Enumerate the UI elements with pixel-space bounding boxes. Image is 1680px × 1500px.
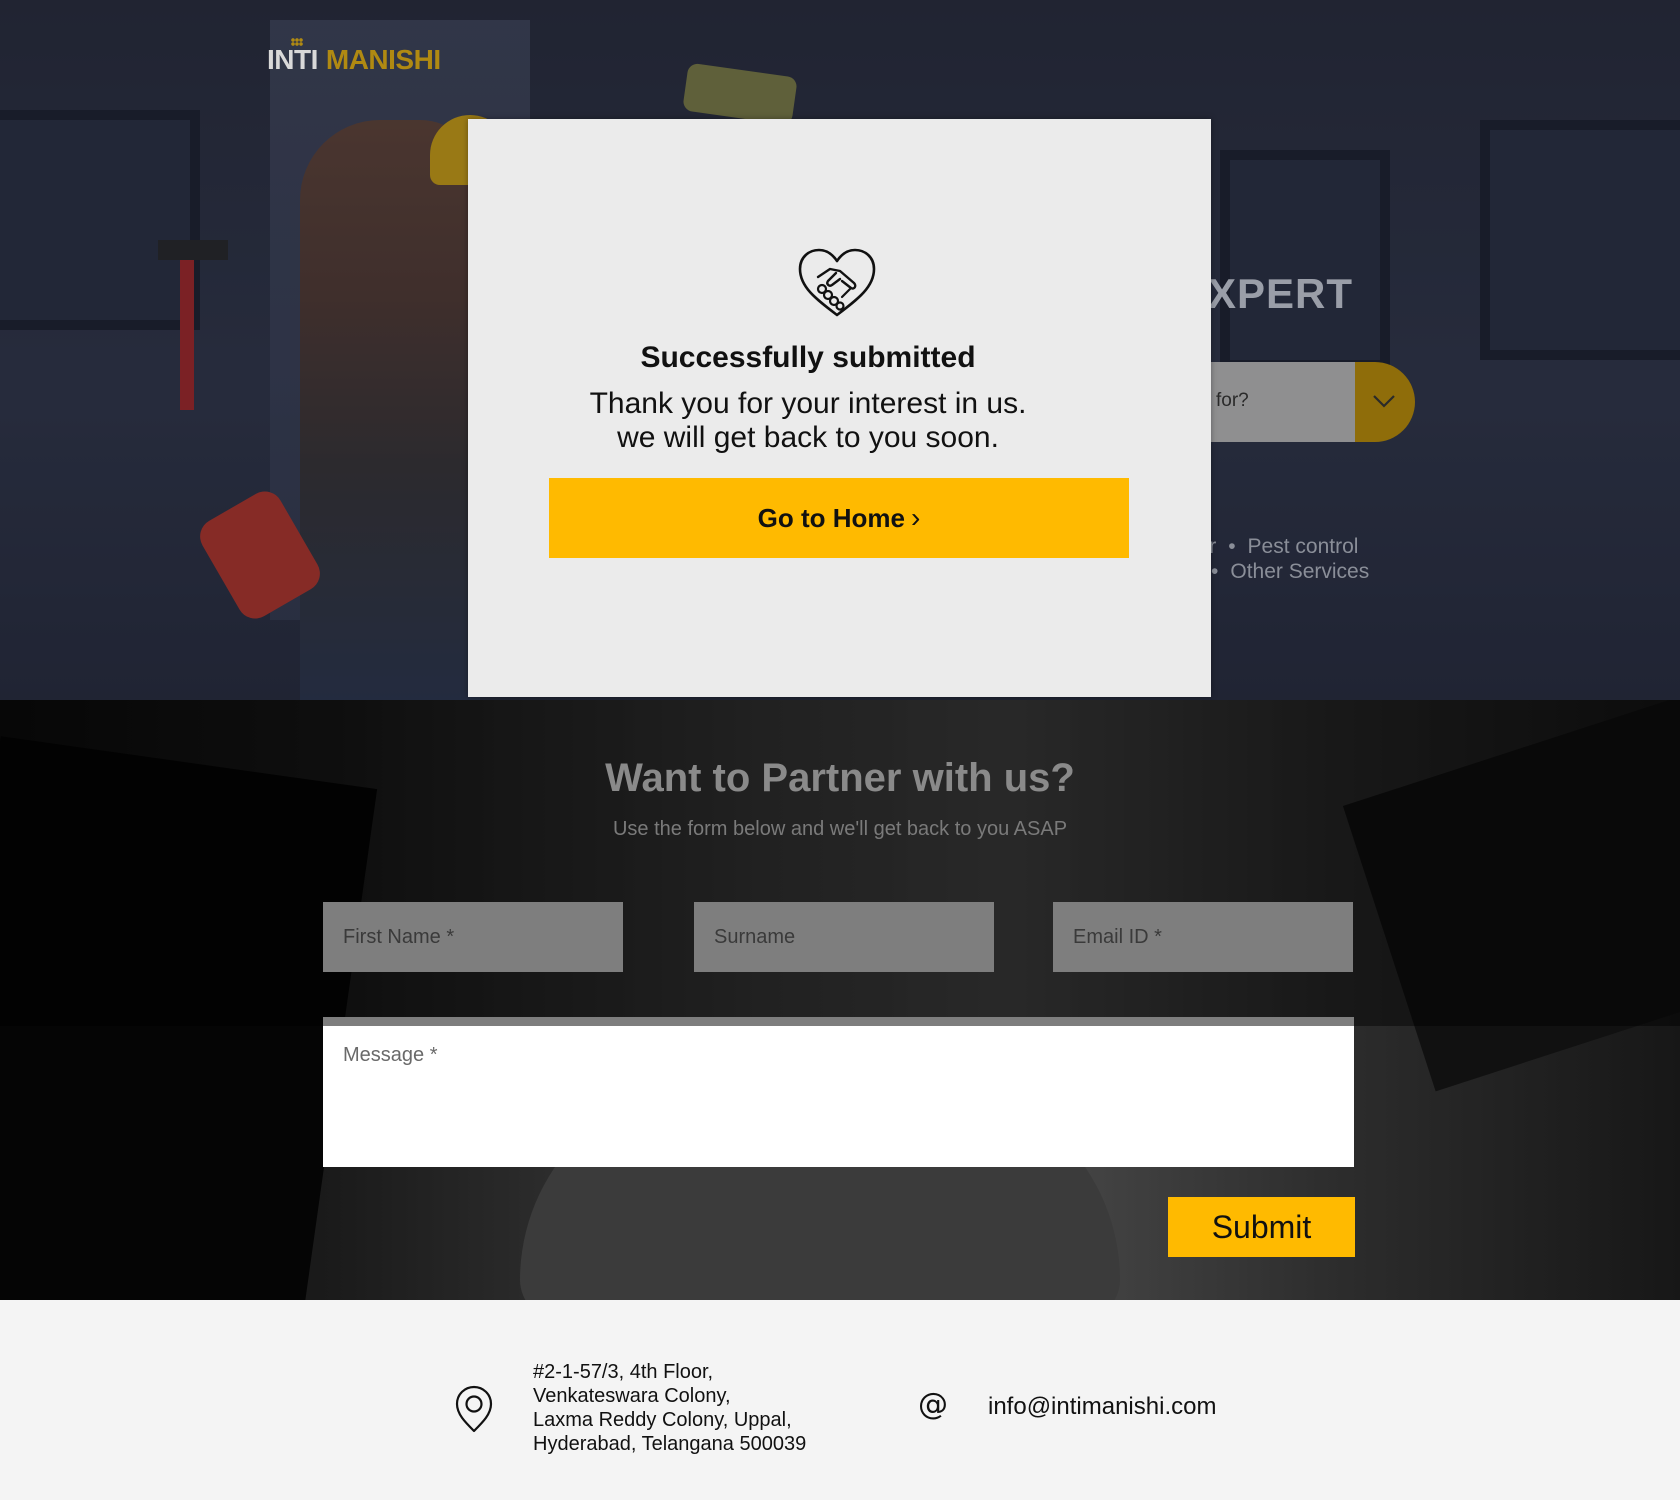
section-dim-overlay [0,700,1680,1026]
partner-subtitle: Use the form below and we'll get back to… [612,818,1068,840]
footer: #2-1-57/3, 4th Floor, Venkateswara Colon… [0,1300,1680,1500]
address-line: #2-1-57/3, 4th Floor, [533,1361,714,1383]
go-to-home-button[interactable]: Go to Home › [549,478,1129,558]
partner-section: Want to Partner with us? Use the form be… [0,700,1680,1300]
address-line: Venkateswara Colony, [533,1385,731,1407]
first-name-field[interactable] [323,902,623,972]
modal-message-line1: Thank you for your interest in us. [589,387,1027,420]
modal-message: Thank you for your interest in us. we wi… [468,387,1148,455]
address-line: Laxma Reddy Colony, Uppal, [533,1409,792,1431]
at-sign-icon: @ [918,1387,948,1422]
go-to-home-label: Go to Home [757,503,905,533]
location-pin-icon [455,1385,493,1433]
bullet-dot: • [1228,535,1236,558]
footer-address: #2-1-57/3, 4th Floor, Venkateswara Colon… [533,1360,806,1456]
chevron-down-icon [1373,395,1395,408]
footer-email-link[interactable]: info@intimanishi.com [988,1393,1216,1421]
logo-dots-icon [291,38,303,46]
service-search-input[interactable]: for? [1210,362,1355,442]
service-item[interactable]: Other Services [1230,560,1369,583]
address-line: Hyderabad, Telangana 500039 [533,1433,807,1455]
bullet-dot: • [1211,560,1219,583]
submit-button[interactable]: Submit [1168,1197,1355,1257]
site-logo[interactable]: INTI MANISHI [267,38,441,76]
modal-message-line2: we will get back to you soon. [617,421,999,454]
service-search-placeholder: for? [1216,390,1249,411]
modal-title: Successfully submitted [640,341,976,374]
surname-field[interactable] [694,902,994,972]
partner-title: Want to Partner with us? [605,756,1075,800]
success-modal: Successfully submitted Thank you for you… [468,119,1211,697]
logo-text-inti: INTI [267,44,318,75]
hero-heading: XPERT [1208,270,1354,317]
logo-text-manishi: MANISHI [325,44,441,75]
message-field[interactable] [323,1026,1354,1167]
message-field-border [323,1017,1354,1026]
chevron-right-icon: › [911,502,921,533]
handshake-heart-icon [798,248,876,317]
email-field[interactable] [1053,902,1353,972]
service-item[interactable]: Pest control [1248,535,1359,558]
